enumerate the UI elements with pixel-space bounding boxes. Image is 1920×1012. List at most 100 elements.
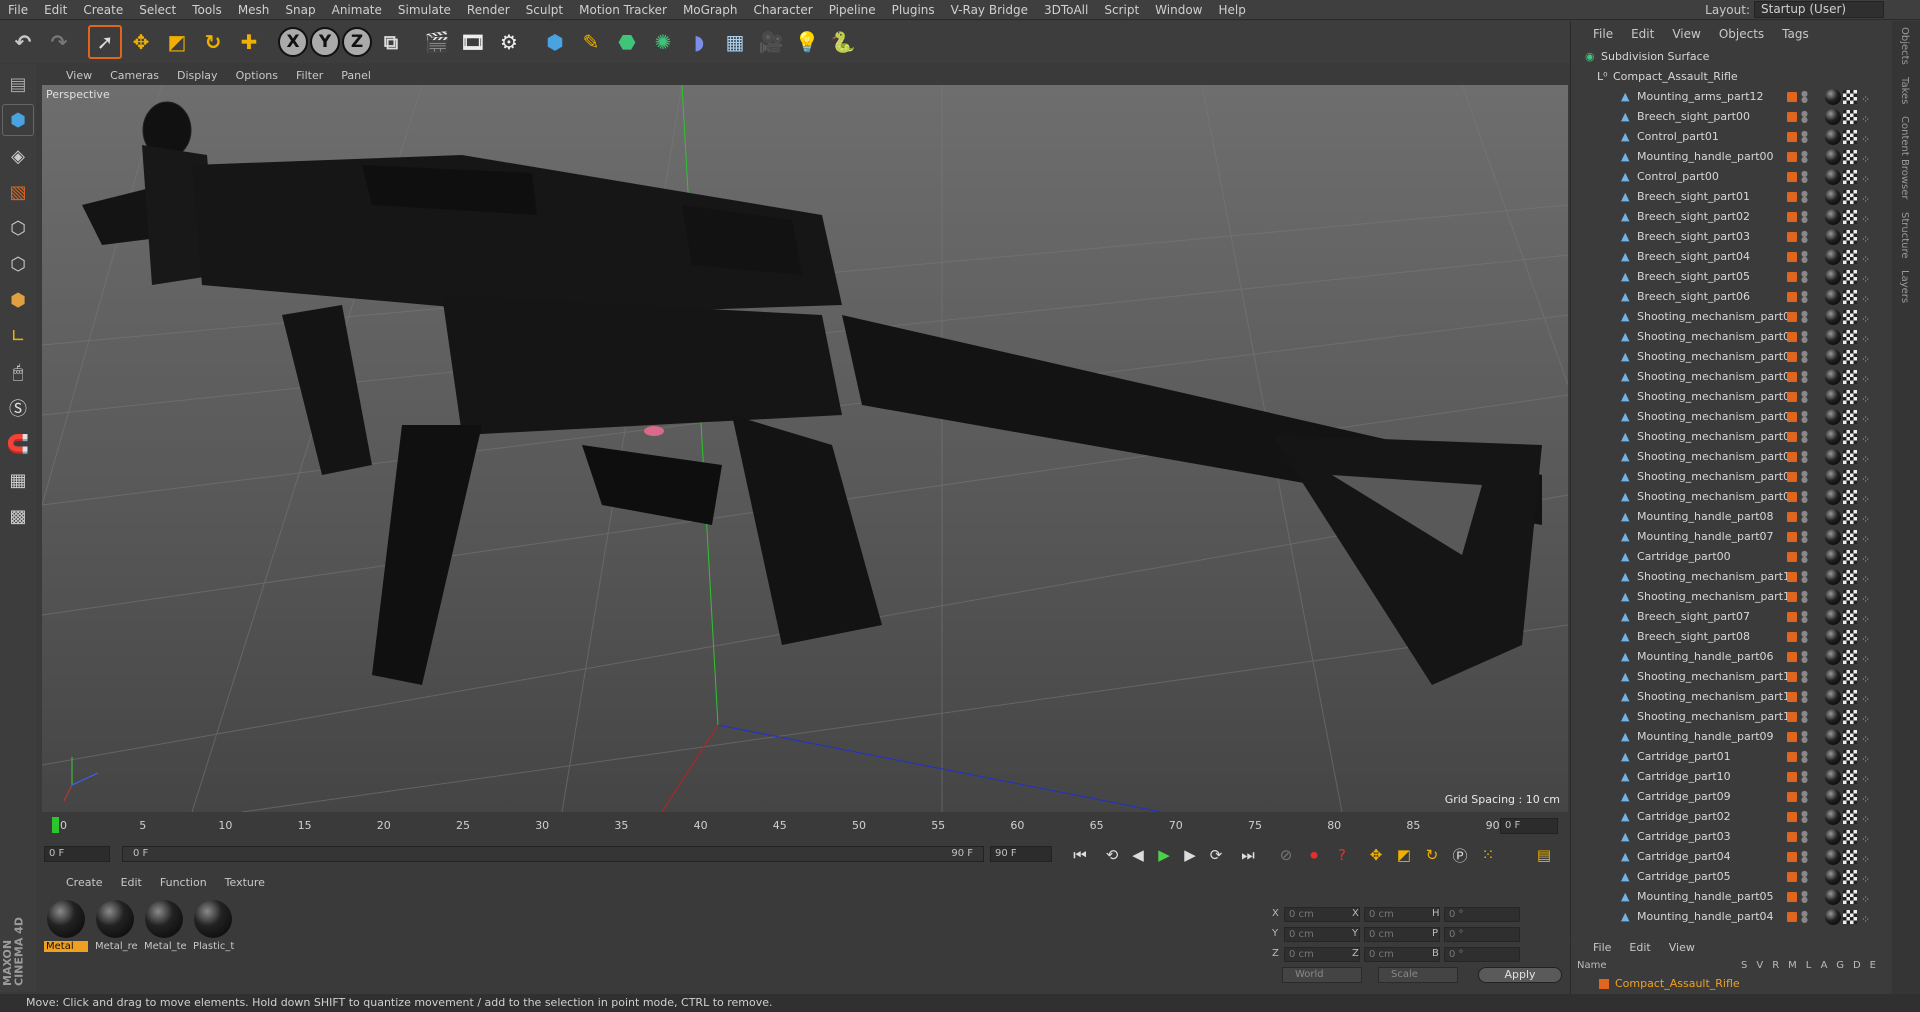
visibility-dots-icon[interactable]: ● ● (1801, 150, 1808, 164)
workplane-icon[interactable]: ▧ (2, 176, 34, 208)
visibility-dots-icon[interactable]: ● ● (1801, 850, 1808, 864)
visibility-dots-icon[interactable]: ● ● (1801, 350, 1808, 364)
layer-tag-icon[interactable] (1787, 772, 1797, 782)
layer-menu-item[interactable]: Edit (1629, 941, 1650, 954)
visibility-dots-icon[interactable]: ● ● (1801, 670, 1808, 684)
object-row[interactable]: ▲ Mounting_handle_part04 ● ● ⁘ (1571, 907, 1891, 927)
layer-tag-icon[interactable] (1787, 812, 1797, 822)
object-row[interactable]: ▲ Mounting_handle_part08 ● ● ⁘ (1571, 507, 1891, 527)
visibility-dots-icon[interactable]: ● ● (1801, 370, 1808, 384)
layer-tag-icon[interactable] (1787, 152, 1797, 162)
layer-tag-icon[interactable] (1787, 852, 1797, 862)
layer-tag-icon[interactable] (1787, 912, 1797, 922)
texture-tag-icon[interactable] (1843, 250, 1857, 264)
object-row[interactable]: ▲ Shooting_mechanism_part08 ● ● ⁘ (1571, 467, 1891, 487)
layer-tag-icon[interactable] (1787, 212, 1797, 222)
menu-item[interactable]: File (0, 3, 36, 17)
layer-tag-icon[interactable] (1787, 172, 1797, 182)
object-row[interactable]: ▲ Mounting_handle_part09 ● ● ⁘ (1571, 727, 1891, 747)
visibility-dots-icon[interactable]: ● ● (1801, 330, 1808, 344)
object-menu-item[interactable]: View (1672, 27, 1700, 41)
next-key-icon[interactable]: ⟳ (1204, 844, 1228, 866)
visibility-dots-icon[interactable]: ● ● (1801, 430, 1808, 444)
object-row[interactable]: ▲ Cartridge_part04 ● ● ⁘ (1571, 847, 1891, 867)
material-tag-icon[interactable] (1825, 529, 1841, 545)
menu-item[interactable]: V-Ray Bridge (943, 3, 1036, 17)
layer-tag-icon[interactable] (1787, 92, 1797, 102)
visibility-dots-icon[interactable]: ● ● (1801, 470, 1808, 484)
coord-size-field[interactable]: 0 cm (1364, 927, 1440, 942)
menu-item[interactable]: Animate (324, 3, 390, 17)
menu-item[interactable]: Motion Tracker (571, 3, 675, 17)
motion-path-icon[interactable]: ⊘ (1274, 844, 1298, 866)
python-icon[interactable]: 🐍 (826, 25, 860, 59)
material-tag-icon[interactable] (1825, 249, 1841, 265)
object-menu-item[interactable]: Tags (1782, 27, 1809, 41)
visibility-dots-icon[interactable]: ● ● (1801, 590, 1808, 604)
menu-item[interactable]: Create (75, 3, 131, 17)
material-tag-icon[interactable] (1825, 289, 1841, 305)
object-row[interactable]: ▲ Cartridge_part05 ● ● ⁘ (1571, 867, 1891, 887)
object-row[interactable]: ▲ Control_part01 ● ● ⁘ (1571, 127, 1891, 147)
next-frame-icon[interactable]: ▶ (1178, 844, 1202, 866)
texture-tag-icon[interactable] (1843, 230, 1857, 244)
apply-button[interactable]: Apply (1478, 967, 1562, 983)
play-forward-icon[interactable]: ▶ (1152, 844, 1176, 866)
material-swatch[interactable]: Metal_te (142, 900, 186, 954)
object-row[interactable]: ▲ Shooting_mechanism_part02 ● ● ⁘ (1571, 347, 1891, 367)
material-tag-icon[interactable] (1825, 609, 1841, 625)
layer-tag-icon[interactable] (1787, 292, 1797, 302)
object-row[interactable]: ▲ Breech_sight_part03 ● ● ⁘ (1571, 227, 1891, 247)
right-side-tab[interactable]: Content Browser (1892, 110, 1917, 205)
camera-icon[interactable]: 🎥 (754, 25, 788, 59)
material-tag-icon[interactable] (1825, 729, 1841, 745)
material-tag-icon[interactable] (1825, 429, 1841, 445)
layer-tag-icon[interactable] (1787, 572, 1797, 582)
texture-tag-icon[interactable] (1843, 650, 1857, 664)
axis-mode-icon[interactable]: ∟ (2, 320, 34, 352)
coord-size-field[interactable]: 0 cm (1364, 907, 1440, 922)
object-row[interactable]: ▲ Cartridge_part02 ● ● ⁘ (1571, 807, 1891, 827)
visibility-dots-icon[interactable]: ● ● (1801, 170, 1808, 184)
object-row[interactable]: ▲ Breech_sight_part05 ● ● ⁘ (1571, 267, 1891, 287)
visibility-dots-icon[interactable]: ● ● (1801, 510, 1808, 524)
x-axis-lock-icon[interactable]: X (278, 27, 308, 57)
edges-mode-icon[interactable]: ⬡ (2, 248, 34, 280)
key-pla-icon[interactable]: ⁙ (1476, 844, 1500, 866)
texture-tag-icon[interactable] (1843, 490, 1857, 504)
layer-tag-icon[interactable] (1787, 832, 1797, 842)
timeline-window-icon[interactable]: ▤ (1532, 844, 1556, 866)
texture-tag-icon[interactable] (1843, 290, 1857, 304)
layer-tag-icon[interactable] (1787, 332, 1797, 342)
layer-tag-icon[interactable] (1787, 432, 1797, 442)
right-side-tab[interactable]: Objects (1892, 21, 1917, 71)
texture-tag-icon[interactable] (1843, 790, 1857, 804)
material-tag-icon[interactable] (1825, 269, 1841, 285)
visibility-dots-icon[interactable]: ● ● (1801, 730, 1808, 744)
material-tag-icon[interactable] (1825, 209, 1841, 225)
menu-item[interactable]: MoGraph (675, 3, 746, 17)
texture-tag-icon[interactable] (1843, 210, 1857, 224)
texture-tag-icon[interactable] (1843, 190, 1857, 204)
timeline-ruler[interactable]: 0 5 10 15 20 25 30 35 40 45 50 55 60 65 70 75 80 85 90 0 F (40, 815, 1564, 837)
texture-tag-icon[interactable] (1843, 590, 1857, 604)
visibility-dots-icon[interactable]: ● ● (1801, 870, 1808, 884)
coord-rot-field[interactable]: 0 ° (1444, 907, 1520, 922)
visibility-dots-icon[interactable]: ● ● (1801, 290, 1808, 304)
viewport-canvas[interactable]: Perspective Grid Spacing : 10 cm (42, 85, 1568, 812)
texture-tag-icon[interactable] (1843, 90, 1857, 104)
coord-pos-field[interactable]: 0 cm (1284, 947, 1360, 962)
layout-select[interactable]: Startup (User) (1754, 1, 1884, 18)
visibility-dots-icon[interactable]: ● ● (1801, 650, 1808, 664)
material-tag-icon[interactable] (1825, 509, 1841, 525)
texture-tag-icon[interactable] (1843, 610, 1857, 624)
texture-tag-icon[interactable] (1843, 350, 1857, 364)
previous-frame-icon[interactable]: ◀ (1126, 844, 1150, 866)
object-menu-item[interactable]: Edit (1631, 27, 1654, 41)
recent-tool-icon[interactable]: ✚ (232, 25, 266, 59)
material-tag-icon[interactable] (1825, 549, 1841, 565)
object-row-root[interactable]: ◉ Subdivision Surface (1571, 47, 1891, 67)
playhead[interactable] (52, 817, 59, 833)
deformer-icon[interactable]: ◗ (682, 25, 716, 59)
material-tag-icon[interactable] (1825, 329, 1841, 345)
